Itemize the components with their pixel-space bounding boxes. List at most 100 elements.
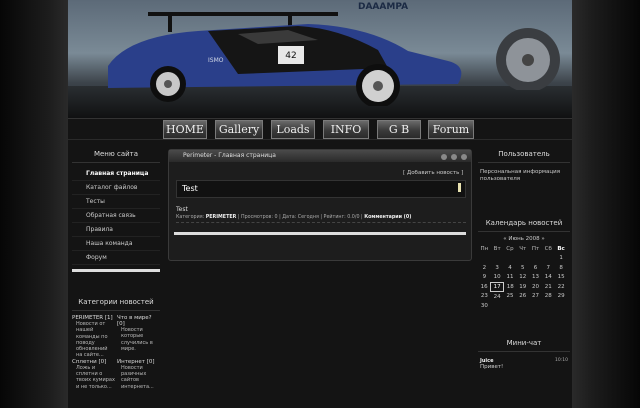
calendar-day (491, 254, 504, 264)
calendar-week: 23 24 25 26 27 28 29 (478, 292, 568, 302)
category-item[interactable]: Сплетни [0] Ложь и сплетни о твоих кумир… (72, 359, 115, 390)
calendar-week: 1 (478, 254, 568, 264)
calendar-day[interactable]: 13 (529, 273, 542, 283)
page: 42 ISMO DAAAMPA HOME Gallery Loads INFO … (0, 0, 640, 408)
calendar-day[interactable]: 2 (478, 263, 491, 273)
calendar-day (555, 301, 568, 311)
calendar-day[interactable]: 21 (542, 282, 555, 292)
calendar-day[interactable]: 22 (555, 282, 568, 292)
minimize-icon[interactable] (441, 154, 448, 160)
nav-home-button[interactable]: HOME (163, 120, 207, 139)
category-desc: Ложь и сплетни о твоих кумирах и не толь… (76, 364, 115, 390)
calendar-day[interactable]: 28 (542, 292, 555, 302)
category-item[interactable]: Что в мире? [0] Новости которые случилис… (117, 315, 160, 359)
nav-gallery-button[interactable]: Gallery (215, 120, 263, 139)
chat-time: 10:10 (555, 357, 568, 363)
menu-item-home[interactable]: Главная страница (72, 167, 160, 181)
calendar-day[interactable]: 6 (529, 263, 542, 273)
menu-item-rules[interactable]: Правила (72, 223, 160, 237)
svg-text:42: 42 (285, 51, 296, 61)
calendar-day[interactable]: 14 (542, 273, 555, 283)
nav-info-button[interactable]: INFO (323, 120, 369, 139)
banner-text: DAAAMPA (358, 2, 409, 12)
close-icon[interactable] (461, 154, 467, 160)
calendar-day[interactable]: 1 (555, 254, 568, 264)
calendar-day[interactable]: 27 (529, 292, 542, 302)
calendar-day[interactable]: 11 (504, 273, 517, 283)
menu-item-team[interactable]: Наша команда (72, 237, 160, 251)
calendar-day[interactable]: 5 (516, 263, 529, 273)
nav-loads-button[interactable]: Loads (271, 120, 315, 139)
calendar-week: 2345678 (478, 263, 568, 273)
right-column: Пользователь Персональная информация пол… (478, 146, 570, 372)
category-name[interactable]: Что в мире? [0] (117, 315, 160, 327)
calendar-title: Календарь новостей (478, 215, 570, 232)
category-name[interactable]: Интернет [0] (117, 359, 160, 365)
maximize-icon[interactable] (451, 154, 458, 160)
calendar-day[interactable]: 25 (504, 292, 517, 302)
categories-list: PERIMETER [1] Новости от нашей команды п… (72, 315, 160, 390)
calendar-day[interactable]: 10 (491, 273, 504, 283)
news-body: Test (176, 206, 188, 213)
calendar-day (504, 254, 517, 264)
calendar-day (542, 301, 555, 311)
calendar-day[interactable]: 4 (504, 263, 517, 273)
calendar-day[interactable]: 3 (491, 263, 504, 273)
calendar-day[interactable]: 9 (478, 273, 491, 283)
calendar-weekday: Пн (480, 245, 489, 252)
categories-title: Категории новостей (72, 294, 160, 311)
chat-user[interactable]: Juice (480, 358, 494, 364)
news-marker-icon (458, 183, 461, 192)
calendar-day[interactable]: 23 (478, 292, 491, 302)
left-column: Меню сайта Главная страница Каталог файл… (72, 146, 160, 390)
wheel-decoration (496, 28, 560, 90)
calendar-weekday: Сб (544, 245, 552, 252)
calendar-month-nav[interactable]: « Июнь 2008 » (478, 236, 570, 242)
calendar-day[interactable]: 19 (516, 282, 529, 292)
category-desc: Новости от нашей команды по поводу обнов… (76, 321, 108, 359)
calendar-week: 9 10 11 12 13 14 15 (478, 273, 568, 283)
calendar-day (478, 254, 491, 264)
menu-item-tests[interactable]: Тесты (72, 195, 160, 209)
menu-item-feedback[interactable]: Обратная связь (72, 209, 160, 223)
nav-gb-button[interactable]: G B (377, 120, 421, 139)
calendar-day[interactable]: 18 (504, 282, 517, 292)
calendar-day[interactable]: 30 (478, 301, 491, 311)
menu-item-forum[interactable]: Форум (72, 251, 160, 265)
category-desc: Новости разичных сайтов интернета... (121, 364, 154, 390)
right-side-panel (572, 0, 640, 408)
calendar-day[interactable]: 26 (516, 292, 529, 302)
calendar-day[interactable]: 16 (478, 282, 491, 292)
meta-comments-link[interactable]: Комментарии (0) (364, 215, 411, 220)
nav-bar: HOME Gallery Loads INFO G B Forum (68, 118, 572, 140)
calendar-day[interactable]: 8 (555, 263, 568, 273)
calendar-weekday: Чт (519, 245, 527, 252)
category-item[interactable]: Интернет [0] Новости разичных сайтов инт… (117, 359, 160, 390)
calendar-week: 16 17 18 19 20 21 22 (478, 281, 568, 292)
calendar-day[interactable]: 29 (555, 292, 568, 302)
news-title-text[interactable]: Test (182, 184, 198, 193)
calendar-day[interactable]: 7 (542, 263, 555, 273)
nav-forum-button[interactable]: Forum (428, 120, 474, 139)
meta-info: | Просмотров: 0 | Дата: Сегодня | Рейтин… (237, 215, 363, 220)
chat-text: Привет! (480, 363, 504, 370)
add-news-link[interactable]: [ Добавить новость ] (403, 170, 463, 176)
calendar-weekday: Вс (557, 245, 565, 252)
calendar-day[interactable]: 15 (555, 273, 568, 283)
calendar-weekday: Ср (506, 245, 514, 252)
calendar-week: 30 (478, 301, 568, 311)
menu-title: Меню сайта (72, 146, 160, 163)
user-block-title: Пользователь (478, 146, 570, 163)
calendar-day[interactable]: 17 (490, 281, 505, 292)
menu-divider (72, 269, 160, 272)
category-item[interactable]: PERIMETER [1] Новости от нашей команды п… (72, 315, 115, 359)
menu-item-files[interactable]: Каталог файлов (72, 181, 160, 195)
calendar-day[interactable]: 12 (516, 273, 529, 283)
calendar-day[interactable]: 24 (491, 292, 504, 302)
calendar-day[interactable]: 20 (529, 282, 542, 292)
main-window: Perimeter - Главная страница (168, 149, 472, 261)
meta-category-link[interactable]: PERIMETER (206, 215, 237, 220)
meta-category-label: Категория: (176, 215, 205, 220)
news-divider (174, 232, 466, 235)
news-title[interactable]: Test (176, 180, 466, 198)
